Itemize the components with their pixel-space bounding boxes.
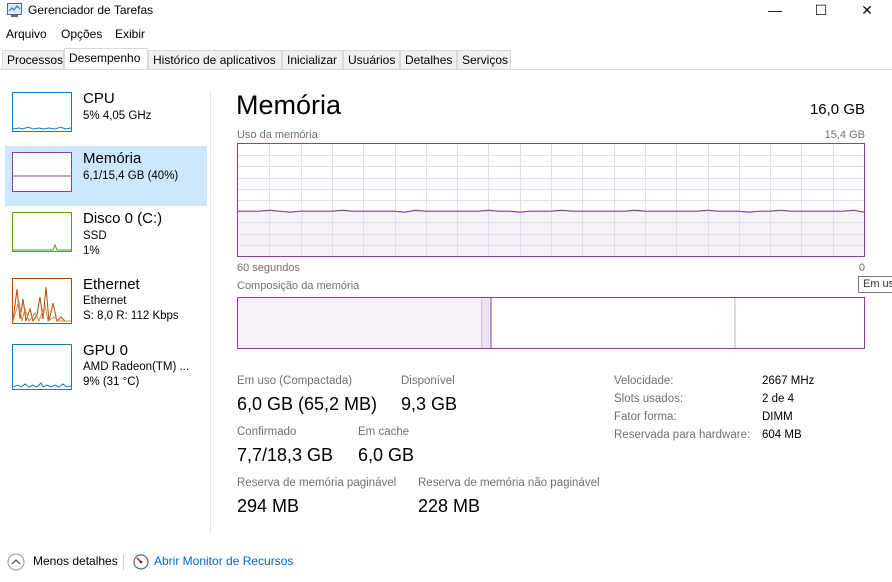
maximize-button[interactable]: ☐ xyxy=(798,0,844,22)
memory-composition-chart xyxy=(238,298,736,348)
cpu-thumbnail-graph xyxy=(12,92,72,132)
sidebar-item-detail: Ethernet xyxy=(83,295,127,307)
less-details-label: Menos detalhes xyxy=(33,554,118,568)
minimize-icon: — xyxy=(768,2,782,18)
sidebar-divider xyxy=(210,92,211,534)
nonpaged-pool-label: Reserva de memória não paginável xyxy=(418,477,600,489)
sidebar-item-label: GPU 0 xyxy=(83,342,129,359)
menu-arquivo[interactable]: Arquivo xyxy=(6,27,47,41)
tooltip: Em us xyxy=(858,276,892,293)
sidebar-item-disco[interactable]: Disco 0 (C:) SSD 1% xyxy=(5,206,207,266)
resource-monitor-label: Abrir Monitor de Recursos xyxy=(154,554,294,568)
ethernet-thumbnail-graph xyxy=(12,278,72,324)
available-value: 9,3 GB xyxy=(401,394,458,414)
ethernet-sparkline xyxy=(12,286,71,323)
committed-label: Confirmado xyxy=(237,426,297,438)
tab-inicializar[interactable]: Inicializar xyxy=(282,50,343,69)
sidebar-item-cpu[interactable]: CPU 5% 4,05 GHz xyxy=(5,86,207,146)
sidebar-item-label: CPU xyxy=(83,90,115,107)
sidebar-item-ethernet[interactable]: Ethernet Ethernet S: 8,0 R: 112 Kbps xyxy=(5,272,207,332)
sidebar-item-detail: 5% 4,05 GHz xyxy=(83,110,152,122)
window-title: Gerenciador de Tarefas xyxy=(28,3,154,17)
available-label: Disponível xyxy=(401,375,455,387)
paged-pool-label: Reserva de memória paginável xyxy=(237,477,397,489)
in-use-segment xyxy=(238,298,482,348)
sidebar-item-label: Ethernet xyxy=(83,276,140,293)
sidebar-item-detail: SSD xyxy=(83,230,107,242)
sidebar-item-gpu[interactable]: GPU 0 AMD Radeon(TM) ... 9% (31 °C) xyxy=(5,338,207,398)
sidebar-item-detail: 6,1/15,4 GB (40%) xyxy=(83,170,179,182)
spec-reserved-label: Reservada para hardware: xyxy=(614,429,751,441)
menu-exibir[interactable]: Exibir xyxy=(115,27,145,41)
committed-value: 7,7/18,3 GB xyxy=(237,445,334,465)
tab-strip: Processos Desempenho Histórico de aplica… xyxy=(0,48,892,70)
sidebar-item-label: Disco 0 (C:) xyxy=(83,210,163,227)
nonpaged-pool-value: 228 MB xyxy=(418,496,481,516)
usage-graph-max: 15,4 GB xyxy=(824,129,865,141)
sidebar-item-detail: 9% (31 °C) xyxy=(83,376,140,388)
page-title: Memória xyxy=(236,90,342,120)
in-use-value: 6,0 GB (65,2 MB) xyxy=(237,394,378,414)
maximize-icon: ☐ xyxy=(814,2,828,18)
tab-desempenho[interactable]: Desempenho xyxy=(64,48,148,69)
usage-graph-label: Uso da memória xyxy=(237,129,318,141)
memory-sparkline xyxy=(13,175,71,177)
spec-slots-label: Slots usados: xyxy=(614,393,684,405)
disk-thumbnail-graph xyxy=(12,212,72,252)
memory-usage-graph xyxy=(237,143,865,257)
in-use-label: Em uso (Compactada) xyxy=(237,375,353,387)
menu-opcoes[interactable]: Opções xyxy=(61,27,102,41)
menu-bar: Arquivo Opções Exibir xyxy=(0,26,892,42)
sidebar-item-detail: S: 8,0 R: 112 Kbps xyxy=(83,310,179,322)
graph-time-right: 0 xyxy=(858,262,865,274)
graph-time-left: 60 segundos xyxy=(237,262,300,274)
cached-value: 6,0 GB xyxy=(358,445,415,465)
tab-servicos[interactable]: Serviços xyxy=(457,50,511,69)
tab-detalhes[interactable]: Detalhes xyxy=(400,50,457,69)
resource-monitor-icon xyxy=(133,554,149,570)
close-button[interactable]: ✕ xyxy=(844,0,890,22)
spec-reserved-value: 604 MB xyxy=(762,429,802,441)
memory-total: 16,0 GB xyxy=(809,101,865,118)
sidebar-item-memoria[interactable]: Memória 6,1/15,4 GB (40%) xyxy=(5,146,207,206)
spec-formfactor-value: DIMM xyxy=(762,411,793,423)
sidebar-item-detail: 1% xyxy=(83,245,100,257)
spec-speed-value: 2667 MHz xyxy=(762,375,815,387)
close-icon: ✕ xyxy=(861,2,873,18)
cached-label: Em cache xyxy=(358,426,410,438)
minimize-button[interactable]: — xyxy=(752,0,798,22)
tab-usuarios[interactable]: Usuários xyxy=(343,50,400,69)
task-manager-app-icon xyxy=(7,3,22,17)
memory-thumbnail-graph xyxy=(12,152,72,192)
spec-slots-value: 2 de 4 xyxy=(762,393,794,405)
spec-formfactor-label: Fator forma: xyxy=(614,411,677,423)
spec-speed-label: Velocidade: xyxy=(614,375,674,387)
gpu-sparkline xyxy=(12,382,72,388)
disk-sparkline xyxy=(13,243,71,251)
tabs-divider xyxy=(0,69,892,70)
paged-pool-value: 294 MB xyxy=(237,496,300,516)
gpu-thumbnail-graph xyxy=(12,344,72,390)
chevron-up-icon xyxy=(7,553,25,571)
memory-composition-bar xyxy=(237,297,865,349)
composition-label: Composição da memória xyxy=(237,280,360,292)
sidebar-item-detail: AMD Radeon(TM) ... xyxy=(83,361,190,373)
footer-bar: Menos detalhes Abrir Monitor de Recursos xyxy=(0,548,892,576)
sidebar-item-label: Memória xyxy=(83,150,142,167)
modified-segment xyxy=(482,298,492,348)
tab-processos[interactable]: Processos xyxy=(2,50,64,69)
cpu-sparkline xyxy=(12,126,72,130)
footer-divider xyxy=(123,554,124,570)
title-bar: Gerenciador de Tarefas — ☐ ✕ xyxy=(0,0,892,22)
tab-historico[interactable]: Histórico de aplicativos xyxy=(148,50,282,69)
memory-usage-chart xyxy=(238,144,865,256)
